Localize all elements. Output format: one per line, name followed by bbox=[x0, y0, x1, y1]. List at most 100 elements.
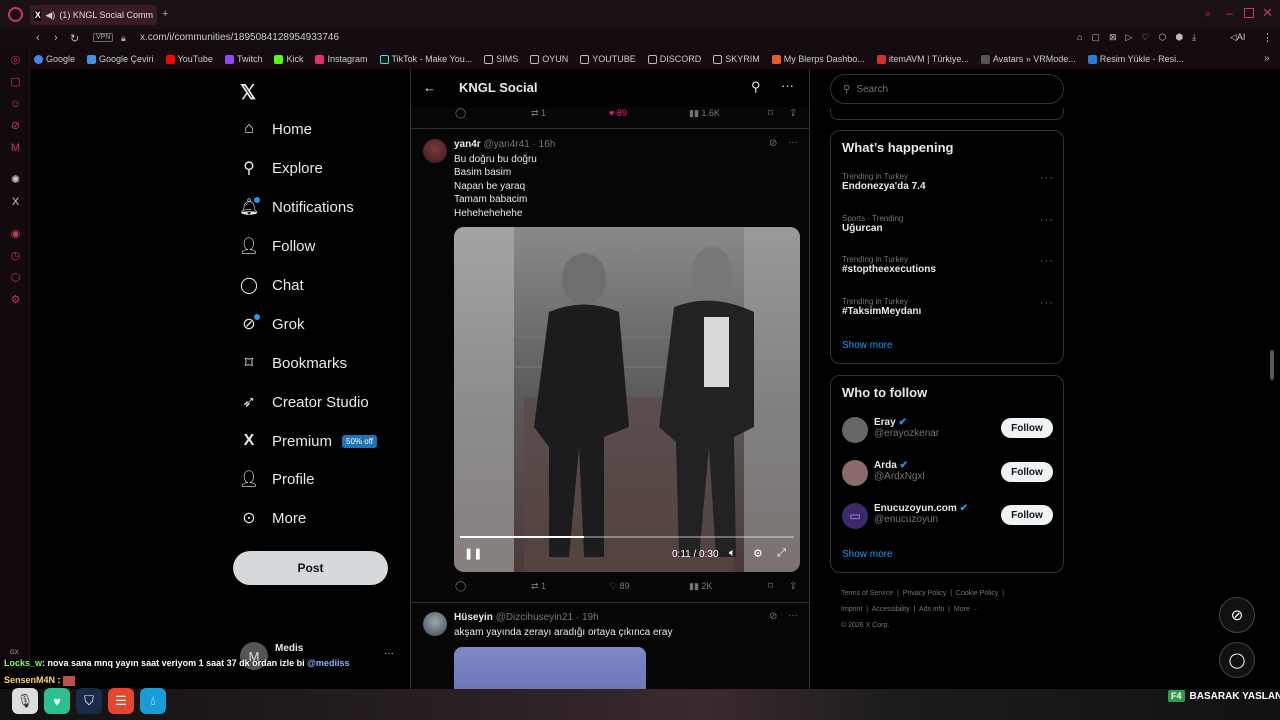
bookmark-resim-yukle[interactable]: Resim Yükle - Resi... bbox=[1087, 54, 1184, 64]
back-arrow-icon[interactable]: ← bbox=[423, 80, 436, 95]
bookmark-twitch[interactable]: Twitch bbox=[224, 54, 262, 64]
nav-profile[interactable]: 👤︎ Profile bbox=[239, 470, 315, 489]
retweet-button[interactable]: ⇄ 1 bbox=[531, 108, 546, 119]
tweet-time[interactable]: · 16h bbox=[533, 139, 556, 150]
vpn-badge[interactable]: VPN bbox=[93, 33, 114, 42]
grok-float-icon[interactable]: ⊘ bbox=[1219, 597, 1255, 633]
trend-item[interactable]: Trending in Turkey #stoptheexecutions bbox=[842, 255, 936, 275]
like-button[interactable]: ♡ 89 bbox=[609, 581, 630, 592]
nav-follow[interactable]: 👤︎ Follow bbox=[239, 237, 316, 256]
tweet-avatar[interactable] bbox=[423, 612, 447, 636]
follow-button[interactable]: Follow bbox=[1001, 462, 1053, 482]
nav-notifications[interactable]: 🔔︎ Notifications bbox=[239, 197, 354, 216]
footer-link[interactable]: Terms of Service bbox=[841, 590, 893, 597]
pause-icon[interactable]: ❚❚ bbox=[464, 547, 482, 560]
drop-app-icon[interactable]: 💧︎ bbox=[140, 688, 166, 714]
views-button[interactable]: ▮▮ 2K bbox=[689, 581, 712, 592]
nav-chat[interactable]: ◯ Chat bbox=[240, 276, 304, 295]
history-icon[interactable]: ◷ bbox=[9, 250, 22, 263]
lock-icon[interactable]: 🔒︎ bbox=[121, 33, 126, 44]
x-sidebar-icon[interactable]: X bbox=[9, 196, 22, 209]
nav-explore[interactable]: ⚲ Explore bbox=[240, 159, 323, 178]
chatgpt-icon[interactable]: ✺ bbox=[9, 174, 22, 187]
url-field[interactable]: x.com/i/communities/1895084128954933746 bbox=[140, 32, 339, 43]
search-tabs-icon[interactable]: ⌕ bbox=[1205, 8, 1211, 21]
bookmark-folder-skyrim[interactable]: SKYRIM bbox=[713, 54, 760, 64]
maximize-icon[interactable] bbox=[1244, 8, 1254, 18]
footer-link[interactable]: Accessibility bbox=[872, 606, 910, 613]
bookmark-instagram[interactable]: Instagram bbox=[315, 54, 368, 64]
gaming-icon[interactable]: ◎ bbox=[9, 54, 22, 67]
user-avatar[interactable] bbox=[842, 417, 868, 443]
volume-icon[interactable]: 🔈︎ bbox=[729, 547, 736, 560]
reply-icon[interactable]: ◯ bbox=[455, 108, 466, 119]
like-button[interactable]: ♥ 89 bbox=[609, 108, 627, 118]
share-icon[interactable]: ⇪ bbox=[789, 581, 797, 592]
nav-bookmarks[interactable]: ⌑ Bookmarks bbox=[240, 354, 347, 373]
mic-icon[interactable]: 🎙︎ bbox=[12, 688, 38, 714]
stack-app-icon[interactable]: ☰ bbox=[108, 688, 134, 714]
shield-app-icon[interactable]: ⛉ bbox=[76, 688, 102, 714]
close-window-icon[interactable]: ✕ bbox=[1262, 5, 1273, 21]
footer-link[interactable]: Cookie Policy bbox=[956, 590, 998, 597]
trend-more-icon[interactable]: ··· bbox=[1040, 172, 1054, 184]
video-progress-track[interactable] bbox=[460, 536, 794, 538]
extensions-icon[interactable]: ⬡ bbox=[9, 272, 22, 285]
bookmark-google-ceviri[interactable]: Google Çeviri bbox=[87, 54, 154, 64]
reload-icon[interactable]: ↻ bbox=[70, 32, 79, 45]
trend-more-icon[interactable]: ··· bbox=[1040, 214, 1054, 226]
twitch-sidebar-icon[interactable]: ▢ bbox=[9, 76, 22, 89]
views-button[interactable]: ▮▮ 1.6K bbox=[689, 108, 720, 119]
new-tab-icon[interactable]: + bbox=[162, 8, 168, 20]
community-more-icon[interactable]: ··· bbox=[781, 78, 794, 93]
menu-icon[interactable]: ⋮ bbox=[1262, 31, 1273, 44]
tweet-avatar[interactable] bbox=[423, 139, 447, 163]
bookmark-action-icon[interactable]: ⌑ bbox=[768, 581, 773, 592]
tweet-author-handle[interactable]: @Dizcihuseyin21 bbox=[496, 612, 573, 623]
bookmark-folder-sims[interactable]: SIMS bbox=[484, 54, 518, 64]
tweet-more-icon[interactable]: ··· bbox=[788, 610, 798, 621]
bookmark-tiktok[interactable]: TikTok - Make You... bbox=[379, 54, 472, 64]
user-avatar[interactable] bbox=[842, 460, 868, 486]
back-icon[interactable]: ‹ bbox=[36, 32, 40, 44]
account-name[interactable]: Medis bbox=[275, 643, 303, 654]
video-settings-icon[interactable]: ⚙ bbox=[753, 547, 763, 560]
show-more-link[interactable]: Show more bbox=[842, 549, 893, 560]
follow-button[interactable]: Follow bbox=[1001, 505, 1053, 525]
minimize-icon[interactable]: – bbox=[1226, 6, 1233, 20]
page-scrollbar[interactable] bbox=[1270, 350, 1274, 380]
settings-icon[interactable]: ⚙ bbox=[9, 294, 22, 307]
user-info[interactable]: Eray ✔ @erayozkenar bbox=[874, 417, 939, 439]
tweet-author-name[interactable]: Hüseyin bbox=[454, 612, 493, 623]
footer-link[interactable]: Ads info bbox=[919, 606, 944, 613]
search-box[interactable]: ⚲ Search bbox=[830, 74, 1064, 104]
discord-sidebar-icon[interactable]: ☺ bbox=[9, 98, 22, 111]
trend-item[interactable]: Trending in Turkey #TaksimMeydanı bbox=[842, 297, 921, 317]
tweet-author-handle[interactable]: @yan4r41 bbox=[483, 139, 529, 150]
post-button[interactable]: Post bbox=[233, 551, 388, 585]
bookmark-action-icon[interactable]: ⌑ bbox=[768, 108, 773, 119]
tweet-author-name[interactable]: yan4r bbox=[454, 139, 481, 150]
bookmarks-overflow-icon[interactable]: » bbox=[1264, 53, 1270, 64]
messenger-icon[interactable]: M bbox=[9, 142, 22, 155]
toolbar-extension-icons[interactable]: ⌂▢⊠▷♡⬡⬢⤓ bbox=[1077, 32, 1205, 43]
tweet-media[interactable] bbox=[454, 647, 646, 689]
wallet-icon[interactable]: ⊘ bbox=[9, 120, 22, 133]
nav-more[interactable]: ⊙ More bbox=[240, 509, 306, 528]
bookmark-folder-oyun[interactable]: OYUN bbox=[530, 54, 568, 64]
ai-button[interactable]: ◁AI bbox=[1230, 32, 1245, 43]
reply-icon[interactable]: ◯ bbox=[455, 581, 466, 592]
video-player[interactable]: ❚❚ 0:11 / 0:30 🔈︎ ⚙ ⤢ bbox=[454, 227, 800, 572]
audio-icon[interactable]: ◀) bbox=[45, 10, 55, 21]
tweet-time[interactable]: · 19h bbox=[576, 612, 599, 623]
footer-link[interactable]: Privacy Policy bbox=[903, 590, 947, 597]
retweet-button[interactable]: ⇄ 1 bbox=[531, 581, 546, 592]
nav-home[interactable]: ⌂ Home bbox=[240, 120, 312, 138]
nav-premium[interactable]: X Premium 50% off bbox=[240, 432, 377, 450]
bookmark-vrmodels[interactable]: Avatars » VRMode... bbox=[980, 54, 1076, 64]
bookmark-blerps[interactable]: My Blerps Dashbo... bbox=[771, 54, 865, 64]
fullscreen-icon[interactable]: ⤢ bbox=[777, 547, 786, 560]
tweet-more-icon[interactable]: ··· bbox=[788, 137, 798, 148]
follow-button[interactable]: Follow bbox=[1001, 418, 1053, 438]
user-avatar[interactable]: ▭ bbox=[842, 503, 868, 529]
